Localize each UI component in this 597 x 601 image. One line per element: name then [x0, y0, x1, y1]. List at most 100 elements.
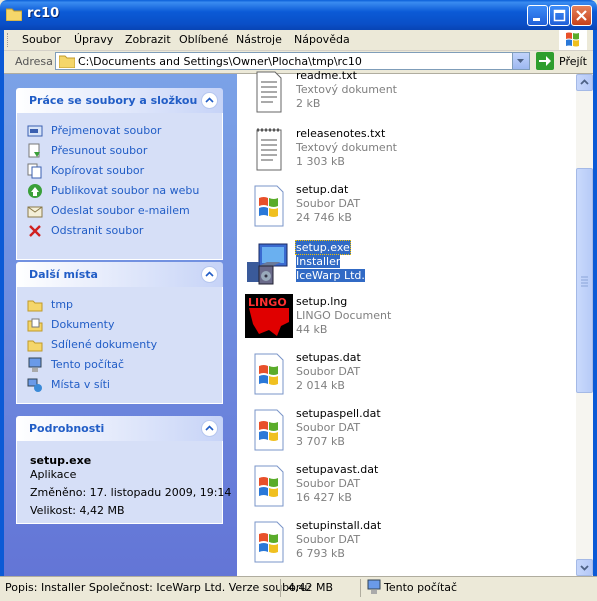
file-size: 1 303 kB	[296, 155, 345, 168]
toolbar-grip[interactable]	[7, 33, 11, 47]
panel-title: Další místa	[29, 268, 98, 281]
file-size: 44 kB	[296, 323, 328, 336]
email-icon	[27, 203, 43, 219]
maximize-button[interactable]	[549, 5, 570, 26]
windows-file-icon	[245, 406, 293, 454]
status-bar: Popis: Installer Společnost: IceWarp Ltd…	[0, 576, 597, 601]
file-item[interactable]: setup.dat Soubor DAT 24 746 kB	[245, 182, 565, 234]
file-type: Soubor DAT	[296, 533, 361, 546]
place-label: tmp	[51, 298, 74, 311]
window-frame-right	[593, 30, 597, 576]
file-type: Soubor DAT	[296, 365, 361, 378]
close-button[interactable]	[571, 5, 592, 26]
file-type: Textový dokument	[296, 83, 397, 96]
file-item[interactable]: setupinstall.dat Soubor DAT 6 793 kB	[245, 518, 565, 570]
file-size: 3 707 kB	[296, 435, 345, 448]
details-body: setup.exe Aplikace Změněno: 17. listopad…	[16, 441, 231, 524]
lingo-icon: LINGO	[245, 294, 293, 342]
documents-icon	[27, 317, 43, 333]
folder-icon	[27, 297, 43, 313]
text-document-icon	[245, 126, 293, 174]
file-type: LINGO Document	[296, 309, 392, 322]
menu-view[interactable]: Zobrazit	[125, 33, 171, 46]
file-list[interactable]: readme.txt Textový dokument 2 kB release…	[237, 69, 576, 576]
menu-edit[interactable]: Úpravy	[74, 33, 113, 46]
scroll-down-button[interactable]	[576, 559, 593, 576]
explorer-window: rc10 Soubor Úpravy Zobrazit Oblíbené Nás…	[0, 0, 597, 601]
file-tasks-panel: Práce se soubory a složkou Přejmenovat s…	[16, 88, 223, 260]
other-places-panel: Další místa tmp Dokumenty Sdílené dokume…	[16, 262, 223, 404]
menu-help[interactable]: Nápověda	[294, 33, 350, 46]
svg-text:LINGO: LINGO	[248, 296, 287, 309]
address-dropdown-button[interactable]	[512, 53, 529, 69]
file-name: setup.exe	[295, 240, 351, 255]
file-name: readme.txt	[296, 69, 357, 82]
file-size: 2 kB	[296, 97, 321, 110]
publish-web-icon	[27, 183, 43, 199]
address-path: C:\Documents and Settings\Owner\Plocha\t…	[78, 55, 362, 68]
delete-icon	[27, 223, 43, 239]
collapse-chevron-icon[interactable]	[201, 266, 218, 283]
network-icon	[27, 377, 43, 393]
file-type: Soubor DAT	[296, 197, 361, 210]
file-type: Textový dokument	[296, 141, 397, 154]
file-item[interactable]: setupas.dat Soubor DAT 2 014 kB	[245, 350, 565, 402]
file-tasks-header[interactable]: Práce se soubory a složkou	[16, 88, 223, 113]
file-item[interactable]: releasenotes.txt Textový dokument 1 303 …	[245, 126, 565, 178]
collapse-chevron-icon[interactable]	[201, 92, 218, 109]
file-size: 24 746 kB	[296, 211, 352, 224]
file-name: setupas.dat	[296, 351, 361, 364]
collapse-chevron-icon[interactable]	[201, 420, 218, 437]
status-description: Popis: Installer Společnost: IceWarp Ltd…	[5, 581, 312, 594]
task-label: Přejmenovat soubor	[51, 124, 162, 137]
windows-logo-icon	[559, 30, 587, 50]
installer-icon	[245, 240, 293, 288]
status-divider	[360, 579, 361, 597]
status-size: 4,42 MB	[288, 581, 334, 594]
details-size: Velikost: 4,42 MB	[30, 504, 125, 517]
file-name: setupinstall.dat	[296, 519, 382, 532]
file-type: Soubor DAT	[296, 477, 361, 490]
other-places-body: tmp Dokumenty Sdílené dokumenty Tento po…	[16, 287, 223, 404]
details-modified: Změněno: 17. listopadu 2009, 19:14	[30, 486, 232, 499]
menu-favorites[interactable]: Oblíbené	[179, 33, 228, 46]
file-item[interactable]: LINGO setup.lng LINGO Document 44 kB	[245, 294, 565, 346]
scroll-up-button[interactable]	[576, 74, 593, 91]
file-type: Installer	[296, 255, 341, 268]
other-places-header[interactable]: Další místa	[16, 262, 223, 287]
menu-bar: Soubor Úpravy Zobrazit Oblíbené Nástroje…	[4, 30, 593, 51]
windows-file-icon	[245, 518, 293, 566]
go-label: Přejít	[559, 55, 587, 68]
scroll-thumb[interactable]	[576, 168, 593, 393]
menu-tools[interactable]: Nástroje	[236, 33, 282, 46]
menu-file[interactable]: Soubor	[22, 33, 61, 46]
copy-icon	[27, 163, 43, 179]
computer-icon	[367, 579, 381, 598]
file-item[interactable]: readme.txt Textový dokument 2 kB	[245, 68, 565, 120]
file-size: 16 427 kB	[296, 491, 352, 504]
file-type: Soubor DAT	[296, 421, 361, 434]
file-item-selected[interactable]: setup.exe Installer IceWarp Ltd.	[245, 240, 565, 292]
place-label: Tento počítač	[51, 358, 125, 371]
vertical-scrollbar[interactable]	[576, 74, 593, 576]
folder-icon	[5, 7, 23, 22]
minimize-button[interactable]	[527, 5, 548, 26]
file-name: setup.dat	[296, 183, 349, 196]
file-name: setup.lng	[296, 295, 348, 308]
task-pane: Práce se soubory a složkou Přejmenovat s…	[4, 74, 237, 576]
rename-icon	[27, 123, 43, 139]
details-header[interactable]: Podrobnosti	[16, 416, 223, 441]
windows-file-icon	[245, 350, 293, 398]
file-item[interactable]: setupavast.dat Soubor DAT 16 427 kB	[245, 462, 565, 514]
title-bar[interactable]: rc10	[0, 0, 597, 30]
computer-icon	[27, 357, 43, 373]
text-document-icon	[245, 68, 293, 116]
task-label: Přesunout soubor	[51, 144, 148, 157]
file-item[interactable]: setupaspell.dat Soubor DAT 3 707 kB	[245, 406, 565, 458]
windows-file-icon	[245, 462, 293, 510]
status-divider	[280, 579, 281, 597]
status-zone: Tento počítač	[384, 581, 458, 594]
panel-title: Podrobnosti	[29, 422, 105, 435]
details-file-name: setup.exe	[30, 454, 92, 467]
move-icon	[27, 143, 43, 159]
